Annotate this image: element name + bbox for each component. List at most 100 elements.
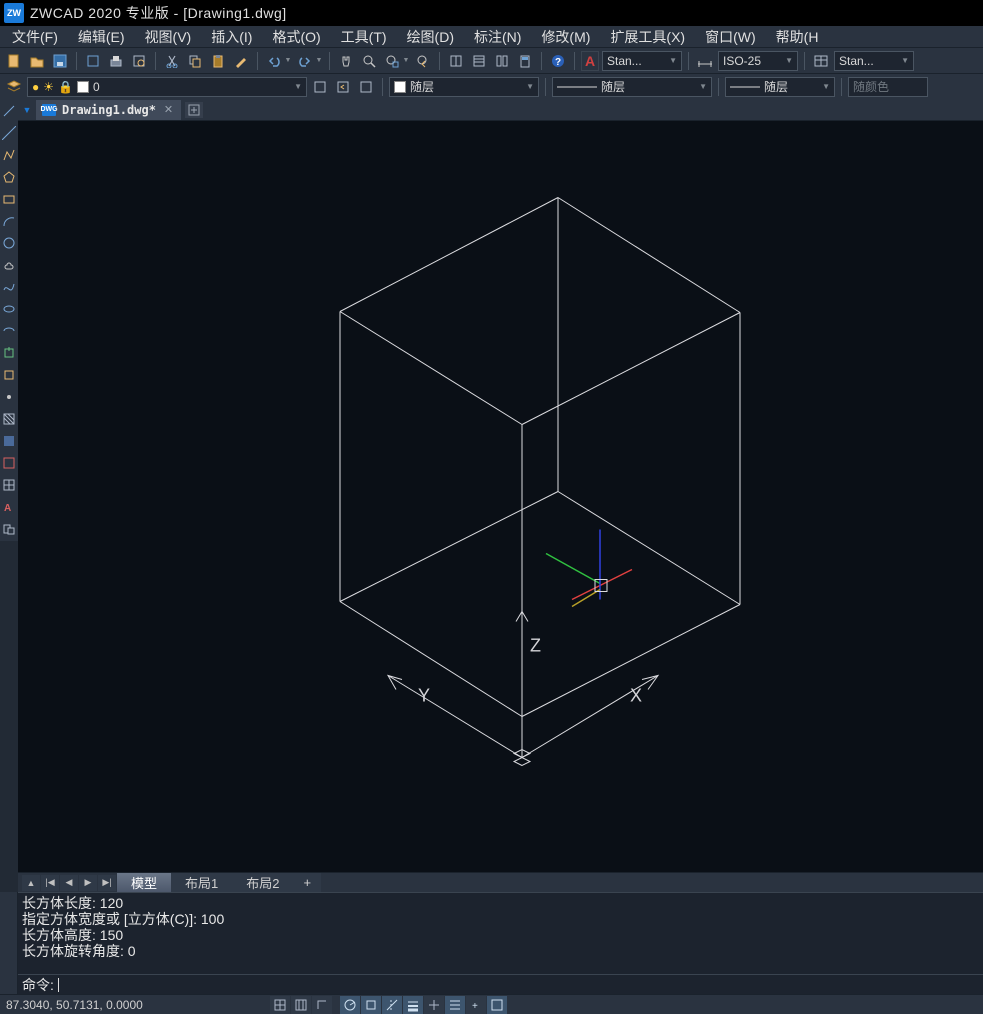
dimstyle-icon[interactable]: [695, 51, 715, 71]
match-properties-button[interactable]: [231, 51, 251, 71]
document-tab[interactable]: DWG Drawing1.dwg* ✕: [36, 100, 181, 120]
print-preview-button[interactable]: [129, 51, 149, 71]
zoom-window-button[interactable]: [382, 51, 402, 71]
tab-scroll-up[interactable]: ▲: [22, 875, 40, 891]
menu-ext[interactable]: 扩展工具(X): [600, 26, 695, 48]
tab-menu-icon[interactable]: ▼: [20, 103, 34, 117]
line-tool[interactable]: [1, 103, 17, 119]
plot-button[interactable]: [106, 51, 126, 71]
make-block-tool[interactable]: [1, 367, 17, 383]
tab-scroll-first[interactable]: |◀: [41, 875, 59, 891]
menu-draw[interactable]: 绘图(D): [397, 26, 464, 48]
tab-add-layout[interactable]: +: [293, 873, 321, 893]
undo-dropdown[interactable]: ▼: [284, 51, 292, 71]
otrack-toggle[interactable]: [382, 996, 402, 1014]
redo-button[interactable]: [295, 51, 315, 71]
layer-manager-button[interactable]: [4, 77, 24, 97]
calculator-button[interactable]: [515, 51, 535, 71]
new-tab-button[interactable]: [185, 102, 203, 118]
menu-format[interactable]: 格式(O): [262, 26, 330, 48]
menu-help[interactable]: 帮助(H: [766, 26, 829, 48]
tab-scroll-next[interactable]: ▶: [79, 875, 97, 891]
close-tab-button[interactable]: ✕: [162, 103, 175, 116]
spline-tool[interactable]: [1, 279, 17, 295]
export-button[interactable]: [83, 51, 103, 71]
save-button[interactable]: [50, 51, 70, 71]
paste-button[interactable]: [208, 51, 228, 71]
model-toggle[interactable]: [445, 996, 465, 1014]
region-tool[interactable]: [1, 455, 17, 471]
redo-dropdown[interactable]: ▼: [315, 51, 323, 71]
layer-isolate-button[interactable]: [356, 77, 376, 97]
coordinate-readout[interactable]: 87.3040, 50.7131, 0.0000: [0, 998, 170, 1012]
dyn-toggle[interactable]: [424, 996, 444, 1014]
text-style-icon[interactable]: A: [581, 51, 599, 71]
menu-tools[interactable]: 工具(T): [331, 26, 397, 48]
undo-button[interactable]: [264, 51, 284, 71]
mtext-tool[interactable]: A: [1, 499, 17, 515]
pan-button[interactable]: [336, 51, 356, 71]
tab-scroll-last[interactable]: ▶|: [98, 875, 116, 891]
design-center-button[interactable]: [492, 51, 512, 71]
open-button[interactable]: [27, 51, 47, 71]
lineweight-combo[interactable]: 随层 ▼: [725, 77, 835, 97]
hatch-tool[interactable]: [1, 411, 17, 427]
separator: [574, 52, 575, 70]
menu-window[interactable]: 窗口(W): [695, 26, 766, 48]
menu-dim[interactable]: 标注(N): [464, 26, 531, 48]
menu-edit[interactable]: 编辑(E): [68, 26, 135, 48]
tab-model[interactable]: 模型: [117, 873, 171, 893]
cut-button[interactable]: [162, 51, 182, 71]
menu-view[interactable]: 视图(V): [135, 26, 202, 48]
layer-states-button[interactable]: [310, 77, 330, 97]
command-history[interactable]: 长方体长度: 120 指定方体宽度或 [立方体(C)]: 100 长方体高度: …: [0, 892, 983, 974]
polyline-tool[interactable]: [1, 147, 17, 163]
circle-tool[interactable]: [1, 235, 17, 251]
revcloud-tool[interactable]: [1, 257, 17, 273]
osnap-toggle[interactable]: [361, 996, 381, 1014]
tab-layout1[interactable]: 布局1: [171, 873, 232, 893]
gradient-tool[interactable]: [1, 433, 17, 449]
table-tool[interactable]: [1, 477, 17, 493]
rectangle-tool[interactable]: [1, 191, 17, 207]
polar-toggle[interactable]: [340, 996, 360, 1014]
layer-combo[interactable]: ● ☀ 🔒 0 ▼: [27, 77, 307, 97]
menu-insert[interactable]: 插入(I): [201, 26, 262, 48]
plot-style-combo[interactable]: 随颜色: [848, 77, 928, 97]
polygon-tool[interactable]: [1, 169, 17, 185]
point-tool[interactable]: [1, 389, 17, 405]
copy-button[interactable]: [185, 51, 205, 71]
wipeout-tool[interactable]: [1, 521, 17, 537]
tool-palettes-button[interactable]: [446, 51, 466, 71]
text-style-combo[interactable]: Stan...▼: [602, 51, 682, 71]
layer-previous-button[interactable]: [333, 77, 353, 97]
zoom-previous-button[interactable]: [413, 51, 433, 71]
color-combo[interactable]: 随层 ▼: [389, 77, 539, 97]
lwt-toggle[interactable]: [403, 996, 423, 1014]
ellipse-tool[interactable]: [1, 301, 17, 317]
insert-block-tool[interactable]: [1, 345, 17, 361]
tablestyle-icon[interactable]: [811, 51, 831, 71]
tab-scroll-prev[interactable]: ◀: [60, 875, 78, 891]
dim-style-combo[interactable]: ISO-25▼: [718, 51, 798, 71]
new-button[interactable]: [4, 51, 24, 71]
properties-button[interactable]: [469, 51, 489, 71]
help-button[interactable]: ?: [548, 51, 568, 71]
menu-modify[interactable]: 修改(M): [531, 26, 600, 48]
drawing-viewport[interactable]: Z X Y: [18, 121, 983, 872]
qprops-toggle[interactable]: [487, 996, 507, 1014]
cycle-toggle[interactable]: +: [466, 996, 486, 1014]
grid-toggle[interactable]: [291, 996, 311, 1014]
ellipse-arc-tool[interactable]: [1, 323, 17, 339]
arc-tool[interactable]: [1, 213, 17, 229]
snap-toggle[interactable]: [270, 996, 290, 1014]
zoom-dropdown[interactable]: ▼: [402, 51, 410, 71]
zoom-realtime-button[interactable]: [359, 51, 379, 71]
ortho-toggle[interactable]: [312, 996, 332, 1014]
table-style-combo[interactable]: Stan...▼: [834, 51, 914, 71]
construction-line-tool[interactable]: [1, 125, 17, 141]
command-input-line[interactable]: 命令:: [0, 974, 983, 994]
linetype-combo[interactable]: 随层 ▼: [552, 77, 712, 97]
tab-layout2[interactable]: 布局2: [232, 873, 293, 893]
menu-file[interactable]: 文件(F): [2, 26, 68, 48]
